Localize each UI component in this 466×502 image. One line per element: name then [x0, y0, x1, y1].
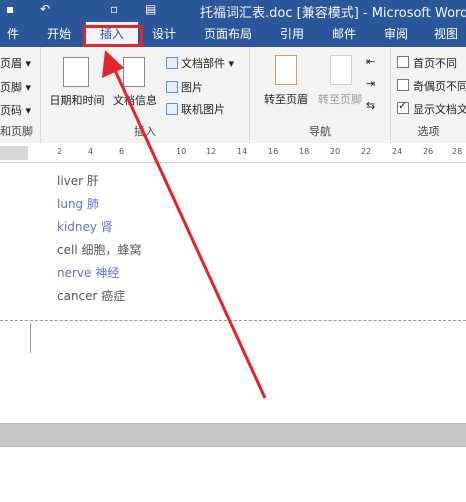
arrow-head [102, 50, 124, 78]
annotation-arrow [102, 50, 267, 399]
arrow-shaft [111, 65, 267, 399]
